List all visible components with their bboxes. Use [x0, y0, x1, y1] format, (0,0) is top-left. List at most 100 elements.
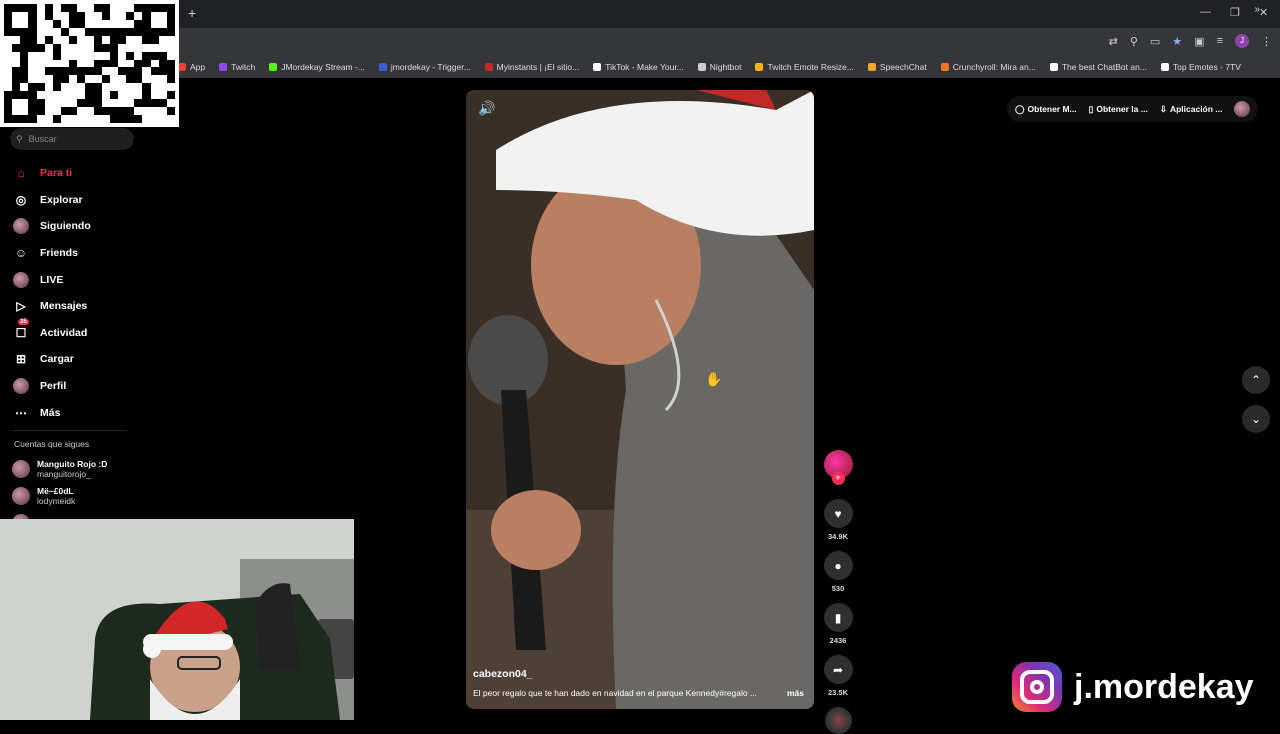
bookmark-label: TikTok - Make Your...	[605, 62, 684, 72]
restore-icon[interactable]: ❐	[1230, 6, 1240, 19]
search-placeholder: Buscar	[28, 134, 57, 144]
avatar	[12, 486, 30, 505]
following-name: Më~£0dL	[37, 485, 74, 496]
bookmark-star-icon[interactable]: ★	[1172, 35, 1182, 48]
previous-video-button[interactable]: ⌃	[1242, 366, 1270, 394]
menu-icon[interactable]: ⋮	[1261, 35, 1272, 48]
qr-code	[0, 0, 179, 127]
sidebar-item-siguiendo[interactable]: Siguiendo	[12, 213, 91, 240]
hand-cursor-icon: ✋	[705, 371, 723, 387]
upload-icon: ⊞	[15, 352, 27, 367]
cast-icon[interactable]: ▭	[1150, 35, 1160, 48]
zoom-icon[interactable]: ⚲	[1130, 35, 1138, 48]
bookmark-item[interactable]: Crunchyroll: Mira an...	[940, 62, 1036, 72]
sidebar-item-actividad[interactable]: ☐ 35 Actividad	[12, 318, 91, 347]
share-count: 23.5K	[827, 688, 848, 697]
bookmark-favicon-icon	[697, 63, 706, 71]
sidebar-item-explorar[interactable]: ◎ Explorar	[12, 187, 91, 214]
bookmark-favicon-icon	[484, 63, 493, 71]
sidebar-item-label: Cargar	[40, 353, 74, 366]
sidebar-item-más[interactable]: ⋯ Más	[12, 399, 91, 426]
music-disc[interactable]	[824, 707, 852, 734]
reading-list-icon[interactable]: ≡	[1217, 35, 1223, 47]
desktop-app-label: Aplicación ...	[1169, 104, 1223, 114]
sidebar-divider	[12, 430, 127, 431]
bookmark-label: App	[190, 62, 206, 72]
sidebar-item-para-ti[interactable]: ⌂ Para ti	[12, 160, 91, 187]
sidebar-item-mensajes[interactable]: ▷ Mensajes	[12, 293, 91, 320]
share-icon: ➦	[832, 662, 844, 677]
search-icon: ⚲	[16, 133, 23, 144]
get-coins-button[interactable]: ◯ Obtener M...	[1015, 104, 1077, 115]
bookmark-label: Twitch	[231, 62, 256, 72]
like-button[interactable]: ♥	[823, 499, 853, 528]
bookmark-item[interactable]: Top Emotes - 7TV	[1160, 62, 1241, 72]
close-icon[interactable]: ✕	[1259, 6, 1268, 19]
bookmarks-more-icon[interactable]: »	[1254, 4, 1260, 15]
user-avatar[interactable]	[1234, 101, 1251, 117]
following-item[interactable]: Manguito Rojo :D manguitorojo_	[12, 455, 107, 482]
bookmark-item[interactable]: SpeechChat	[867, 62, 927, 72]
bookmark-item[interactable]: Twitch Emote Resize...	[755, 62, 854, 72]
phone-icon: ▯	[1088, 103, 1094, 114]
bookmark-favicon-icon	[593, 63, 602, 71]
volume-icon[interactable]: 🔊	[478, 100, 495, 117]
share-button[interactable]: ➦	[823, 655, 853, 684]
get-app-label: Obtener la ...	[1096, 104, 1148, 114]
bookmark-label: Nightbot	[709, 62, 742, 72]
translate-icon[interactable]: ⇄	[1109, 35, 1118, 48]
sidebar-item-live[interactable]: LIVE	[12, 266, 91, 293]
search-input[interactable]: ⚲ Buscar	[10, 128, 134, 150]
minimize-icon[interactable]: —	[1200, 6, 1211, 18]
instagram-branding: j.mordekay	[1012, 662, 1254, 712]
save-button[interactable]: ▮	[823, 603, 853, 632]
browser-titlebar: + — ❐ ✕	[0, 0, 1280, 28]
address-bar[interactable]: ⇄ ⚲ ▭ ★ ▣ ≡ J ⋮	[0, 28, 1280, 56]
bookmark-favicon-icon	[178, 63, 186, 71]
extensions-icon[interactable]: ▣	[1194, 35, 1204, 48]
following-username: manguitorojo_	[37, 468, 91, 479]
desktop-app-button[interactable]: ⇩ Aplicación ...	[1160, 104, 1223, 115]
sidebar-item-cargar[interactable]: ⊞ Cargar	[12, 346, 91, 373]
video-more-link[interactable]: más	[787, 688, 804, 698]
bookmark-item[interactable]: Myinstants | ¡El sitio...	[484, 62, 579, 72]
webcam-overlay	[0, 519, 354, 720]
sidebar-item-label: Friends	[40, 247, 78, 260]
bookmark-item[interactable]: Nightbot	[697, 62, 742, 72]
profile-avatar[interactable]: J	[1235, 34, 1249, 48]
sidebar-item-label: LIVE	[40, 273, 64, 286]
comment-button[interactable]: ●	[823, 551, 853, 580]
sidebar-item-friends[interactable]: ☺ Friends	[12, 240, 91, 267]
bookmark-label: Crunchyroll: Mira an...	[952, 62, 1036, 72]
bookmark-item[interactable]: The best ChatBot an...	[1049, 62, 1147, 72]
bookmark-item[interactable]: jmordekay - Trigger...	[378, 62, 471, 72]
chevron-down-icon: ⌄	[1250, 412, 1262, 426]
video-frame	[466, 90, 814, 709]
new-tab-button[interactable]: +	[188, 5, 196, 21]
more-icon: ⋯	[15, 405, 27, 420]
video-username[interactable]: cabezon04_	[473, 668, 533, 680]
creator-avatar[interactable]: +	[823, 450, 853, 485]
following-title: Cuentas que sigues	[14, 439, 90, 449]
following-name: Manguito Rojo :D	[37, 458, 108, 469]
bookmark-label: JMordekay Stream -...	[281, 62, 365, 72]
activity-icon: ☐ 35	[15, 318, 29, 340]
bookmark-favicon-icon	[219, 63, 228, 71]
bookmark-item[interactable]: JMordekay Stream -...	[269, 62, 365, 72]
bookmark-item[interactable]: TikTok - Make Your...	[593, 62, 684, 72]
heart-icon: ♥	[834, 506, 842, 521]
bookmark-favicon-icon	[1160, 63, 1169, 71]
bookmark-item[interactable]: Twitch	[219, 62, 255, 72]
bookmark-label: jmordekay - Trigger...	[390, 62, 471, 72]
comment-count: 530	[831, 584, 845, 593]
follow-plus-icon[interactable]: +	[831, 472, 845, 485]
following-item[interactable]: Më~£0dL lodymeidk	[12, 482, 107, 509]
sidebar-item-perfil[interactable]: Perfil	[12, 373, 91, 400]
like-count: 34.9K	[827, 532, 848, 541]
sidebar-item-label: Perfil	[40, 380, 67, 393]
video-player[interactable]: 🔊 cabezon04_ El peor regalo que te han d…	[466, 90, 814, 709]
bookmark-item[interactable]: App	[178, 62, 205, 72]
get-app-button[interactable]: ▯ Obtener la ...	[1089, 104, 1148, 115]
bookmark-favicon-icon	[755, 63, 764, 71]
next-video-button[interactable]: ⌄	[1242, 405, 1270, 433]
